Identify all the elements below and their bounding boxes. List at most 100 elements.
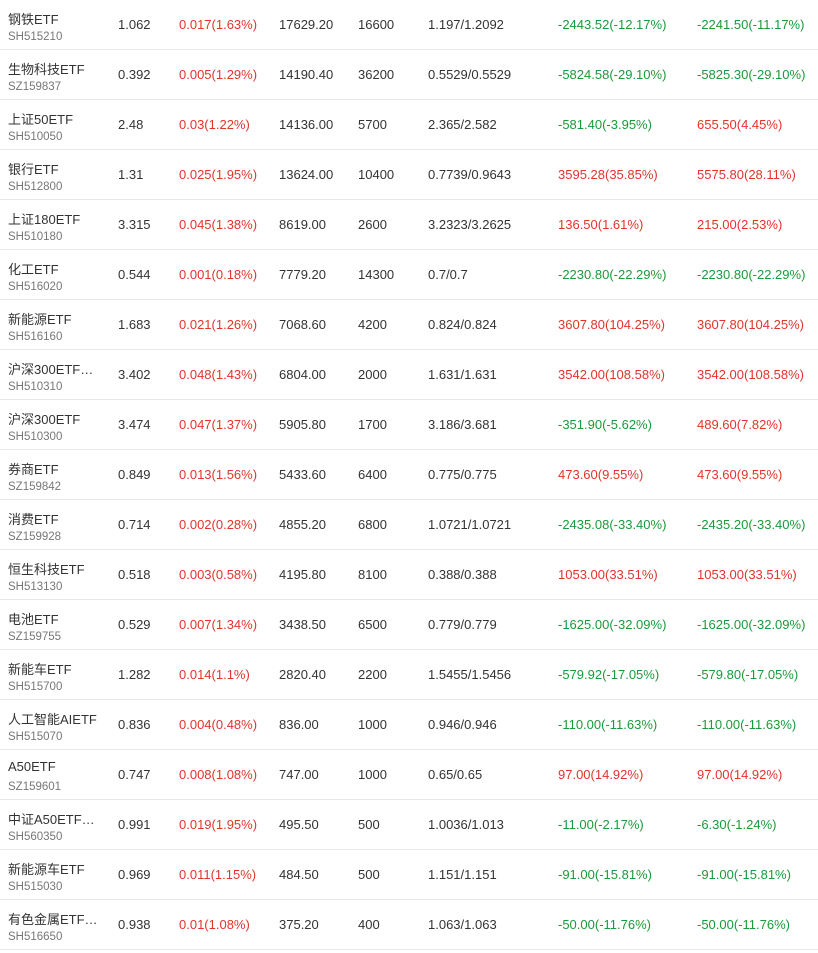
floating-profit-loss: -1625.00(-32.09%) — [558, 617, 667, 632]
holding-row[interactable]: 新能车ETF SH515700 1.282 0.014(1.1%) 2820.4… — [0, 650, 818, 700]
floating-profit-loss: -2230.80(-22.29%) — [558, 267, 667, 282]
holding-row[interactable]: 上证180ETF SH510180 3.315 0.045(1.38%) 861… — [0, 200, 818, 250]
floating-profit-loss: -110.00(-11.63%) — [558, 717, 658, 732]
current-price: 3.474 — [118, 417, 151, 432]
security-name: 券商ETF — [8, 462, 59, 477]
holding-quantity: 16600 — [358, 17, 395, 32]
floating-profit-loss: -5824.58(-29.10%) — [558, 67, 667, 82]
holding-row[interactable]: 钢铁ETF SH515210 1.062 0.017(1.63%) 17629.… — [0, 0, 818, 50]
total-profit-loss: 5575.80(28.11%) — [697, 167, 796, 182]
total-profit-loss: -579.80(-17.05%) — [697, 667, 799, 682]
total-profit-loss: 3542.00(108.58%) — [697, 367, 804, 382]
holding-row[interactable]: 中证A50ETF… SH560350 0.991 0.019(1.95%) 49… — [0, 800, 818, 850]
floating-profit-loss: -581.40(-3.95%) — [558, 117, 652, 132]
holding-quantity: 500 — [358, 867, 380, 882]
security-code: SH515700 — [8, 681, 63, 693]
holding-row[interactable]: 银行ETF SH512800 1.31 0.025(1.95%) 13624.0… — [0, 150, 818, 200]
security-cell: 上证180ETF SH510180 — [8, 200, 108, 250]
price-change: 0.003(0.58%) — [179, 567, 258, 582]
holding-row[interactable]: 新能源车ETF SH515030 0.969 0.011(1.15%) 484.… — [0, 850, 818, 900]
security-name: A50ETF — [8, 759, 56, 774]
security-name: 新能源ETF — [8, 312, 72, 327]
cost-price: 1.631/1.631 — [428, 367, 497, 382]
holding-row[interactable]: 恒生科技ETF SH513130 0.518 0.003(0.58%) 4195… — [0, 550, 818, 600]
holding-quantity: 1700 — [358, 417, 387, 432]
cost-price: 1.0721/1.0721 — [428, 517, 512, 532]
total-profit-loss: 97.00(14.92%) — [697, 767, 783, 782]
market-value: 5433.60 — [279, 467, 326, 482]
holding-row[interactable]: 电池ETF SZ159755 0.529 0.007(1.34%) 3438.5… — [0, 600, 818, 650]
floating-profit-loss: -91.00(-15.81%) — [558, 867, 652, 882]
holding-row[interactable]: 化工ETF SH516020 0.544 0.001(0.18%) 7779.2… — [0, 250, 818, 300]
floating-profit-loss: -11.00(-2.17%) — [558, 817, 644, 832]
floating-profit-loss: -351.90(-5.62%) — [558, 417, 652, 432]
holding-quantity: 4200 — [358, 317, 387, 332]
holding-row[interactable]: 有色金属ETF… SH516650 0.938 0.01(1.08%) 375.… — [0, 900, 818, 950]
cost-price: 0.388/0.388 — [428, 567, 497, 582]
current-price: 0.529 — [118, 617, 151, 632]
market-value: 7779.20 — [279, 267, 326, 282]
cost-price: 0.65/0.65 — [428, 767, 483, 782]
price-change: 0.048(1.43%) — [179, 367, 258, 382]
floating-profit-loss: -2435.08(-33.40%) — [558, 517, 667, 532]
current-price: 0.747 — [118, 767, 151, 782]
security-code: SZ159928 — [8, 531, 62, 543]
holding-quantity: 400 — [358, 917, 380, 932]
security-cell: 生物科技ETF SZ159837 — [8, 50, 108, 100]
holding-row[interactable]: 沪深300ETF SH510300 3.474 0.047(1.37%) 590… — [0, 400, 818, 450]
cost-price: 0.824/0.824 — [428, 317, 497, 332]
security-code: SH510050 — [8, 131, 63, 143]
cost-price: 1.0036/1.013 — [428, 817, 504, 832]
security-code: SH516020 — [8, 281, 63, 293]
current-price: 1.282 — [118, 667, 151, 682]
cost-price: 1.5455/1.5456 — [428, 667, 512, 682]
holding-row[interactable]: 生物科技ETF SZ159837 0.392 0.005(1.29%) 1419… — [0, 50, 818, 100]
price-change: 0.045(1.38%) — [179, 217, 258, 232]
security-code: SH513130 — [8, 581, 63, 593]
holding-row[interactable]: 上证50ETF SH510050 2.48 0.03(1.22%) 14136.… — [0, 100, 818, 150]
security-cell: 新能源车ETF SH515030 — [8, 850, 108, 900]
holding-row[interactable]: 人工智能AIETF SH515070 0.836 0.004(0.48%) 83… — [0, 700, 818, 750]
price-change: 0.002(0.28%) — [179, 517, 258, 532]
security-cell: 化工ETF SH516020 — [8, 250, 108, 300]
price-change: 0.047(1.37%) — [179, 417, 258, 432]
current-price: 0.938 — [118, 917, 151, 932]
security-code: SZ159601 — [8, 781, 62, 793]
security-code: SH516160 — [8, 331, 63, 343]
floating-profit-loss: -579.92(-17.05%) — [558, 667, 660, 682]
holding-row[interactable]: 消费ETF SZ159928 0.714 0.002(0.28%) 4855.2… — [0, 500, 818, 550]
price-change: 0.005(1.29%) — [179, 67, 258, 82]
security-code: SH515210 — [8, 31, 63, 43]
price-change: 0.017(1.63%) — [179, 17, 258, 32]
floating-profit-loss: -50.00(-11.76%) — [558, 917, 651, 932]
security-name: 新能车ETF — [8, 662, 72, 677]
holding-row[interactable]: A50ETF SZ159601 0.747 0.008(1.08%) 747.0… — [0, 750, 818, 800]
floating-profit-loss: 3542.00(108.58%) — [558, 367, 665, 382]
total-profit-loss: 473.60(9.55%) — [697, 467, 783, 482]
floating-profit-loss: 3607.80(104.25%) — [558, 317, 665, 332]
holding-row[interactable]: 券商ETF SZ159842 0.849 0.013(1.56%) 5433.6… — [0, 450, 818, 500]
price-change: 0.004(0.48%) — [179, 717, 258, 732]
security-name: 钢铁ETF — [8, 12, 59, 27]
security-name: 沪深300ETF — [8, 412, 81, 427]
holding-row[interactable]: 沪深300ETF… SH510310 3.402 0.048(1.43%) 68… — [0, 350, 818, 400]
total-profit-loss: -1625.00(-32.09%) — [697, 617, 806, 632]
cost-price: 0.775/0.775 — [428, 467, 497, 482]
security-code: SH515030 — [8, 881, 63, 893]
price-change: 0.019(1.95%) — [179, 817, 258, 832]
total-profit-loss: -5825.30(-29.10%) — [697, 67, 806, 82]
total-profit-loss: 489.60(7.82%) — [697, 417, 783, 432]
security-cell: 有色金属ETF… SH516650 — [8, 900, 108, 950]
security-cell: A50ETF SZ159601 — [8, 750, 108, 800]
price-change: 0.001(0.18%) — [179, 267, 258, 282]
holding-quantity: 1000 — [358, 717, 387, 732]
holding-quantity: 6500 — [358, 617, 387, 632]
holding-row[interactable]: 新能源ETF SH516160 1.683 0.021(1.26%) 7068.… — [0, 300, 818, 350]
security-cell: 中证A50ETF… SH560350 — [8, 800, 108, 850]
security-name: 沪深300ETF… — [8, 362, 94, 377]
market-value: 375.20 — [279, 917, 319, 932]
holding-quantity: 36200 — [358, 67, 395, 82]
total-profit-loss: 215.00(2.53%) — [697, 217, 783, 232]
floating-profit-loss: 136.50(1.61%) — [558, 217, 644, 232]
cost-price: 0.7739/0.9643 — [428, 167, 512, 182]
